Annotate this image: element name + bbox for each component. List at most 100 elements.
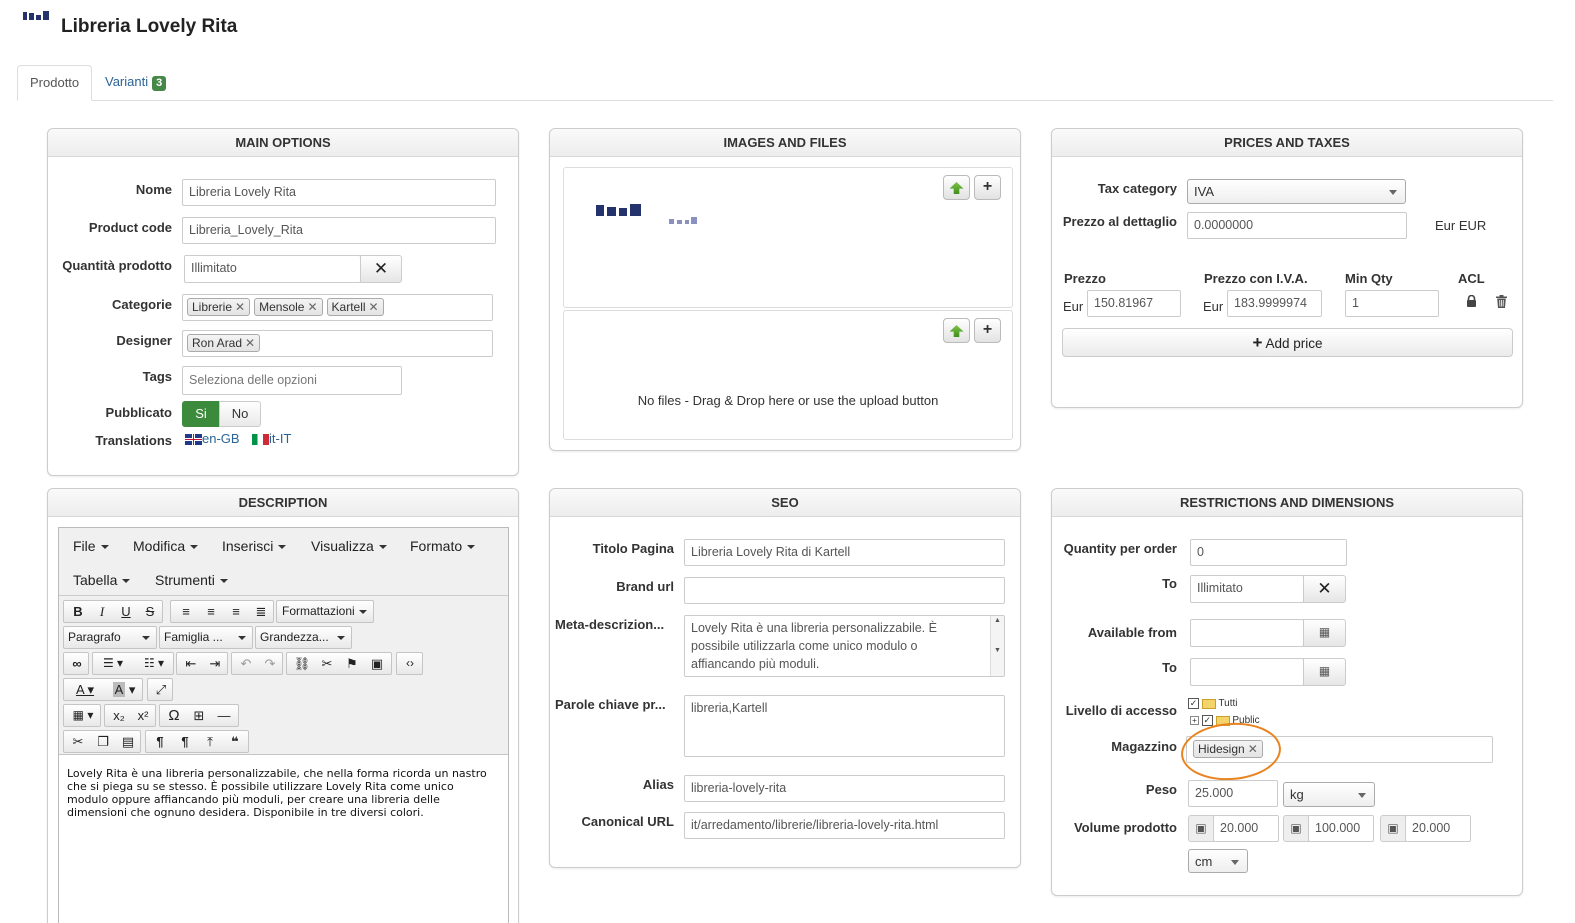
images-dropzone[interactable]: + xyxy=(563,167,1013,308)
product-thumbnail[interactable] xyxy=(594,202,650,221)
page-title-input[interactable]: Libreria Lovely Rita di Kartell xyxy=(684,539,1005,566)
volume-width-input[interactable]: 100.000 xyxy=(1308,815,1374,842)
checkbox-checked-icon[interactable]: ✓ xyxy=(1201,715,1213,726)
published-no-button[interactable]: No xyxy=(219,401,261,427)
unlink-icon[interactable]: ✂ xyxy=(315,653,339,674)
nome-input[interactable]: Libreria Lovely Rita xyxy=(182,179,496,206)
scrollbar[interactable]: ▲ ▼ xyxy=(990,616,1004,676)
copy-icon[interactable]: ❐ xyxy=(91,731,115,752)
numbered-list-icon[interactable]: ☷ ▾ xyxy=(136,653,172,674)
category-chip[interactable]: Librerie ✕ xyxy=(187,298,251,316)
anchor-icon[interactable]: ⚑ xyxy=(340,653,364,674)
add-file-button[interactable]: + xyxy=(974,318,1001,343)
font-size-dropdown[interactable]: Grandezza... xyxy=(255,626,352,649)
files-dropzone[interactable]: + No files - Drag & Drop here or use the… xyxy=(563,310,1013,440)
min-qty-input[interactable]: 1 xyxy=(1345,290,1439,317)
remove-icon[interactable]: ✕ xyxy=(307,300,317,314)
menu-file[interactable]: File xyxy=(73,538,109,554)
find-button[interactable]: ∞ xyxy=(63,652,89,675)
lock-icon[interactable] xyxy=(1466,294,1477,307)
available-to-input[interactable] xyxy=(1190,658,1304,686)
tags-input[interactable]: Seleziona delle opzioni xyxy=(182,366,402,395)
align-justify-icon[interactable]: ≣ xyxy=(249,601,273,622)
pilcrow-icon[interactable]: ¶ xyxy=(148,731,172,752)
canonical-url-input[interactable]: it/arredamento/librerie/libreria-lovely-… xyxy=(684,812,1005,839)
access-tree-item[interactable]: ✓ Tutti xyxy=(1188,698,1237,709)
redo-icon[interactable]: ↷ xyxy=(259,653,281,674)
outdent-icon[interactable]: ⇤ xyxy=(180,653,202,674)
align-right-icon[interactable]: ≡ xyxy=(224,601,248,622)
category-chip[interactable]: Kartell ✕ xyxy=(326,298,384,316)
paragrafo-dropdown[interactable]: Paragrafo xyxy=(63,626,157,649)
calendar-button[interactable]: ▦ xyxy=(1303,658,1346,686)
designer-multiselect[interactable]: Ron Arad ✕ xyxy=(182,330,493,357)
volume-height-input[interactable]: 20.000 xyxy=(1405,815,1471,842)
volume-length-input[interactable]: 20.000 xyxy=(1213,815,1279,842)
image-icon[interactable]: ▣ xyxy=(365,653,389,674)
quote-icon[interactable]: ❝ xyxy=(223,731,247,752)
categorie-multiselect[interactable]: Librerie ✕ Mensole ✕ Kartell ✕ xyxy=(182,294,493,321)
menu-modifica[interactable]: Modifica xyxy=(133,538,199,554)
quantity-input[interactable]: Illimitato xyxy=(184,255,361,283)
published-yes-button[interactable]: Si xyxy=(182,401,220,427)
text-color-icon[interactable]: A ▾ xyxy=(67,679,103,700)
checkbox-checked-icon[interactable]: ✓ xyxy=(1188,698,1199,709)
editor-content[interactable]: Lovely Rita è una libreria personalizzab… xyxy=(67,767,497,819)
add-price-button[interactable]: + Add price xyxy=(1062,328,1513,357)
underline-icon[interactable]: U xyxy=(115,601,137,622)
category-chip[interactable]: Mensole ✕ xyxy=(254,298,323,316)
volume-unit-select[interactable]: cm xyxy=(1188,849,1248,873)
align-center-icon[interactable]: ≡ xyxy=(199,601,223,622)
font-family-dropdown[interactable]: Famiglia ... xyxy=(159,626,253,649)
formattazioni-dropdown[interactable]: Formattazioni xyxy=(276,600,374,623)
link-icon[interactable]: ⛓ xyxy=(290,653,314,674)
remove-icon[interactable]: ✕ xyxy=(245,336,255,350)
clear-qty-to-button[interactable]: ✕ xyxy=(1303,575,1346,603)
qty-per-order-input[interactable]: 0 xyxy=(1190,539,1347,566)
tab-prodotto[interactable]: Prodotto xyxy=(17,65,93,101)
remove-icon[interactable]: ✕ xyxy=(369,300,379,314)
price-input[interactable]: 150.81967 xyxy=(1087,290,1181,317)
available-from-input[interactable] xyxy=(1190,619,1304,647)
alias-input[interactable]: libreria-lovely-rita xyxy=(684,775,1005,802)
qty-to-input[interactable]: Illimitato xyxy=(1190,575,1304,603)
bullet-list-icon[interactable]: ☰ ▾ xyxy=(97,653,129,674)
keywords-textarea[interactable]: libreria,Kartell xyxy=(684,695,1005,757)
weight-unit-select[interactable]: kg xyxy=(1283,782,1375,807)
tax-category-select[interactable]: IVA xyxy=(1187,179,1406,204)
background-color-icon[interactable]: A ▾ xyxy=(106,679,142,700)
calendar-button[interactable]: ▦ xyxy=(1303,619,1346,647)
undo-icon[interactable]: ↶ xyxy=(235,653,257,674)
price-with-vat-input[interactable]: 183.9999974 xyxy=(1227,290,1322,317)
cut-icon[interactable]: ✂ xyxy=(66,731,90,752)
upload-file-button[interactable] xyxy=(943,318,970,343)
clear-quantity-button[interactable]: ✕ xyxy=(360,255,402,283)
trash-icon[interactable] xyxy=(1496,295,1507,308)
translation-it[interactable]: it-IT xyxy=(252,431,291,446)
bold-icon[interactable]: B xyxy=(67,601,89,622)
subscript-icon[interactable]: x₂ xyxy=(108,705,130,726)
menu-inserisci[interactable]: Inserisci xyxy=(222,538,287,554)
table-dropdown[interactable]: ▦ ▾ xyxy=(63,704,101,727)
pilcrow-rtl-icon[interactable]: ¶ xyxy=(173,731,197,752)
italic-icon[interactable]: I xyxy=(91,601,113,622)
menu-strumenti[interactable]: Strumenti xyxy=(155,572,228,588)
remove-icon[interactable]: ✕ xyxy=(235,300,245,314)
superscript-icon[interactable]: x² xyxy=(132,705,154,726)
upload-image-button[interactable] xyxy=(943,175,970,200)
indent-icon[interactable]: ⇥ xyxy=(204,653,226,674)
expand-icon[interactable]: + xyxy=(1190,716,1199,725)
peso-input[interactable]: 25.000 xyxy=(1188,780,1278,807)
strikethrough-icon[interactable]: S xyxy=(139,601,161,622)
align-left-icon[interactable]: ≡ xyxy=(174,601,198,622)
brand-url-input[interactable] xyxy=(684,577,1005,604)
retail-price-input[interactable]: 0.0000000 xyxy=(1187,212,1407,239)
designer-chip[interactable]: Ron Arad ✕ xyxy=(187,334,261,352)
product-code-input[interactable]: Libreria_Lovely_Rita xyxy=(182,217,496,244)
source-code-button[interactable]: ‹› xyxy=(396,652,423,675)
paste-icon[interactable]: ▤ xyxy=(116,731,140,752)
media-icon[interactable]: ⊞ xyxy=(188,705,210,726)
product-thumbnail[interactable] xyxy=(668,214,698,229)
translation-en[interactable]: en-GB xyxy=(185,431,240,446)
horizontal-rule-icon[interactable]: — xyxy=(213,705,235,726)
